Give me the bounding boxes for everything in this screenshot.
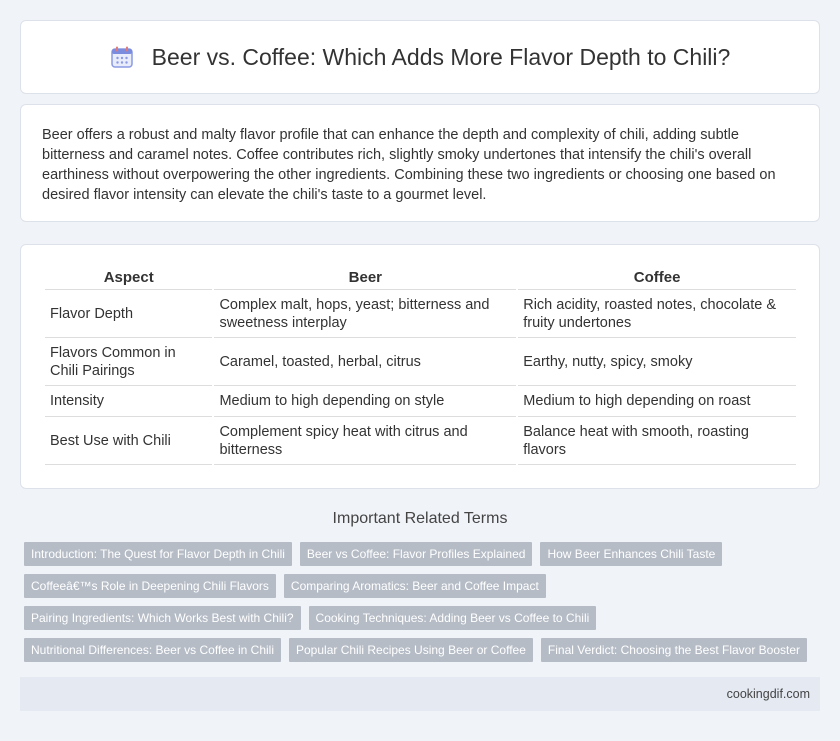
related-term-tag[interactable]: Introduction: The Quest for Flavor Depth… xyxy=(24,542,292,566)
header-card: Beer vs. Coffee: Which Adds More Flavor … xyxy=(20,20,820,94)
intro-card: Beer offers a robust and malty flavor pr… xyxy=(20,104,820,222)
related-term-tag[interactable]: Comparing Aromatics: Beer and Coffee Imp… xyxy=(283,574,546,598)
table-row: Intensity Medium to high depending on st… xyxy=(45,386,796,417)
related-term-tag[interactable]: Cooking Techniques: Adding Beer vs Coffe… xyxy=(308,606,597,630)
calendar-icon xyxy=(110,45,134,69)
table-row: Flavor Depth Complex malt, hops, yeast; … xyxy=(45,290,796,338)
table-row: Flavors Common in Chili Pairings Caramel… xyxy=(45,338,796,386)
related-terms-heading: Important Related Terms xyxy=(332,510,508,527)
header-coffee: Coffee xyxy=(518,265,796,290)
related-term-tag[interactable]: Popular Chili Recipes Using Beer or Coff… xyxy=(289,638,533,662)
header-beer: Beer xyxy=(214,265,517,290)
cell-beer: Complex malt, hops, yeast; bitterness an… xyxy=(214,290,517,338)
related-term-tag[interactable]: Pairing Ingredients: Which Works Best wi… xyxy=(24,606,301,630)
comparison-table-card: Aspect Beer Coffee Flavor Depth Complex … xyxy=(20,244,820,489)
related-terms-list: Introduction: The Quest for Flavor Depth… xyxy=(24,542,814,662)
header-aspect: Aspect xyxy=(45,265,213,290)
cell-coffee: Medium to high depending on roast xyxy=(518,386,796,417)
cell-beer: Complement spicy heat with citrus and bi… xyxy=(214,417,517,465)
cell-beer: Caramel, toasted, herbal, citrus xyxy=(214,338,517,386)
intro-paragraph: Beer offers a robust and malty flavor pr… xyxy=(42,127,776,203)
title-wrap: Beer vs. Coffee: Which Adds More Flavor … xyxy=(110,43,731,71)
table-row: Best Use with Chili Complement spicy hea… xyxy=(45,417,796,465)
cell-aspect: Flavors Common in Chili Pairings xyxy=(45,338,213,386)
cell-coffee: Earthy, nutty, spicy, smoky xyxy=(518,338,796,386)
cell-coffee: Rich acidity, roasted notes, chocolate &… xyxy=(518,290,796,338)
cell-aspect: Intensity xyxy=(45,386,213,417)
page-title: Beer vs. Coffee: Which Adds More Flavor … xyxy=(151,43,731,70)
table-header-row: Aspect Beer Coffee xyxy=(45,265,796,290)
related-term-tag[interactable]: Coffeeâ€™s Role in Deepening Chili Flavo… xyxy=(24,574,276,598)
cell-aspect: Flavor Depth xyxy=(45,290,213,338)
cell-aspect: Best Use with Chili xyxy=(45,417,213,465)
cell-beer: Medium to high depending on style xyxy=(214,386,517,417)
related-term-tag[interactable]: How Beer Enhances Chili Taste xyxy=(540,542,723,566)
cell-coffee: Balance heat with smooth, roasting flavo… xyxy=(518,417,796,465)
footer-site-name[interactable]: cookingdif.com xyxy=(727,687,810,701)
related-term-tag[interactable]: Nutritional Differences: Beer vs Coffee … xyxy=(24,638,281,662)
related-term-tag[interactable]: Final Verdict: Choosing the Best Flavor … xyxy=(540,638,808,662)
comparison-table: Aspect Beer Coffee Flavor Depth Complex … xyxy=(43,265,798,465)
related-term-tag[interactable]: Beer vs Coffee: Flavor Profiles Explaine… xyxy=(299,542,533,566)
footer: cookingdif.com xyxy=(20,677,820,711)
